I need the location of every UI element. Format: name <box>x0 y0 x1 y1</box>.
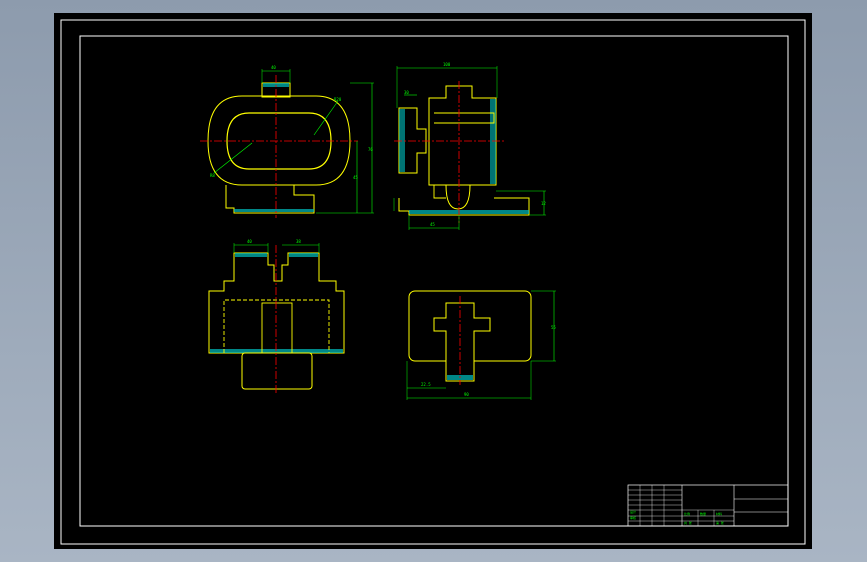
dim-bottom-height: 55 <box>551 325 556 330</box>
tb-label-6: 共 张 <box>684 520 692 525</box>
view-top-outer-oval <box>207 95 351 186</box>
tb-label-5: 材料 <box>716 511 722 516</box>
view-top: 40 76 45 R20 R8 <box>200 65 374 218</box>
title-block: 设计 审核 比例 数量 材料 共 张 第 张 <box>627 484 789 527</box>
view-side-stem <box>428 85 497 186</box>
view-bottom: 55 22.5 90 <box>406 290 556 400</box>
dim-bottom-width: 90 <box>464 392 469 397</box>
inner-frame <box>79 35 789 527</box>
view-top-base-hatch <box>234 209 314 212</box>
dim-side-width: 100 <box>443 62 451 67</box>
view-front-bottom-block <box>241 352 313 390</box>
view-top-base <box>225 185 315 214</box>
dim-side-base-h: 12 <box>541 201 546 206</box>
dim-front-right: 38 <box>296 239 301 244</box>
dim-top-radius: R20 <box>334 97 342 102</box>
dim-side-base: 45 <box>430 222 435 227</box>
tb-label-3: 比例 <box>684 511 690 516</box>
tb-label-2: 审核 <box>630 515 636 520</box>
dim-top-r2: R8 <box>210 173 215 178</box>
tb-label-7: 第 张 <box>716 520 724 525</box>
cad-drawing: 40 76 45 R20 R8 100 30 45 12 40 38 55 22… <box>60 19 806 545</box>
dim-top-width: 40 <box>271 65 276 70</box>
view-front: 40 38 <box>208 239 345 393</box>
dim-top-inner: 45 <box>353 175 358 180</box>
view-side: 100 30 45 12 <box>393 62 546 230</box>
outer-frame <box>60 19 806 545</box>
tb-label-4: 数量 <box>700 511 706 516</box>
dim-front-left: 40 <box>247 239 252 244</box>
dim-bottom-small: 22.5 <box>421 382 431 387</box>
dim-side-left: 30 <box>404 90 409 95</box>
tb-label-1: 设计 <box>630 509 636 514</box>
view-bottom-cross <box>433 302 491 382</box>
dim-top-height: 76 <box>368 147 373 152</box>
drawing-sheet: 40 76 45 R20 R8 100 30 45 12 40 38 55 22… <box>54 13 812 549</box>
